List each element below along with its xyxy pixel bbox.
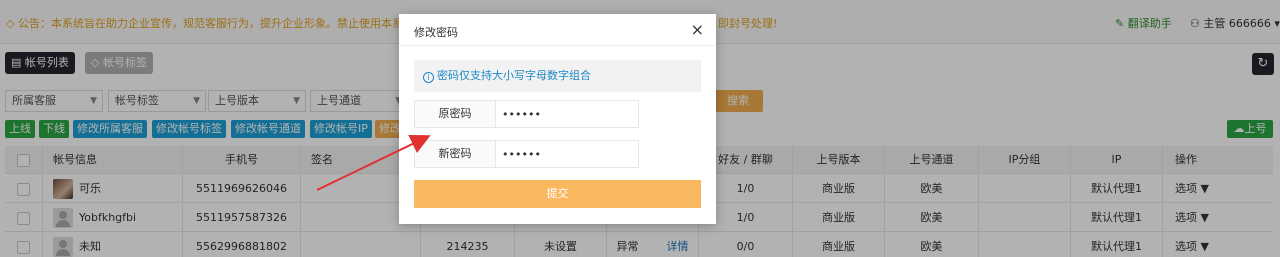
annotation-arrow	[316, 134, 431, 191]
